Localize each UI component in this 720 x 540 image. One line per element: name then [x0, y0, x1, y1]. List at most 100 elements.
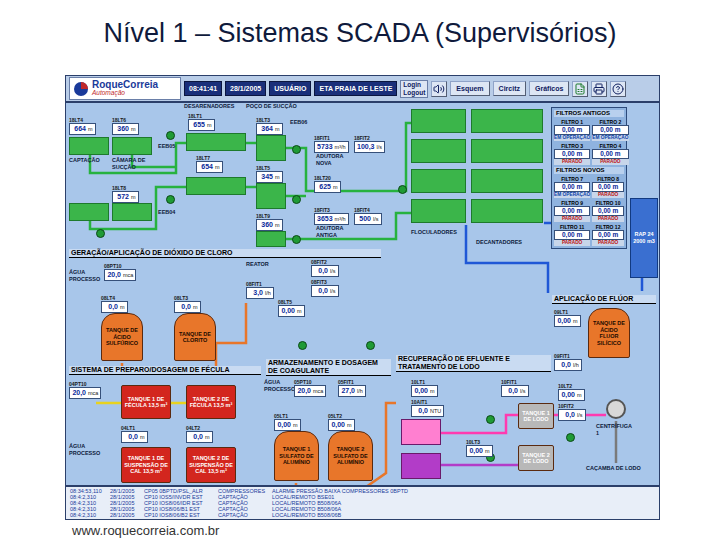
basin — [471, 139, 543, 163]
alarm-date: 28/1/2005 — [110, 488, 142, 494]
alarm-point: CP10 IOS8/06/IDR EST — [144, 500, 216, 506]
printer-icon — [593, 83, 605, 95]
readout: 08FIT30,0l/s — [311, 279, 339, 297]
pump-icon[interactable] — [398, 185, 407, 194]
pump-icon[interactable] — [166, 131, 175, 140]
readout-box: 0,0l/s — [311, 265, 339, 277]
readout-unit: NTU — [430, 407, 441, 416]
pump-icon[interactable] — [298, 341, 307, 350]
readout: 18LT20625m — [314, 175, 341, 193]
alarm-row[interactable]: 08:4:2,31028/1/2005CP10 IOS8/06/B1 ESTCA… — [70, 506, 655, 512]
readout-value: 0,0 — [504, 386, 518, 395]
pump-icon[interactable] — [366, 341, 375, 350]
help-button[interactable] — [610, 81, 626, 97]
tank[interactable]: TANQUE 1 DE FÉCULA 13,5 m³ — [121, 385, 171, 419]
sound-button[interactable] — [431, 81, 447, 97]
filter[interactable]: FILTRO 40,00 mPARADO — [592, 143, 628, 165]
tank[interactable]: TANQUE DE ÁCIDO FLUOR SILÍCICO — [588, 308, 630, 358]
alarm-point: CP10 IOS8/06/B2 EST — [144, 512, 216, 518]
readout: 18LT8572m — [112, 185, 139, 203]
sludge-basin — [401, 453, 441, 479]
pump-icon[interactable] — [292, 235, 301, 244]
readout-box: 360m — [256, 219, 283, 231]
filter[interactable]: FILTRO 70,00 mEM OPERAÇÃO — [554, 176, 590, 198]
readout-value: 655 — [191, 120, 205, 129]
logout-text[interactable]: Logout — [403, 89, 425, 97]
login-text[interactable]: Login — [403, 81, 425, 89]
tank[interactable]: TANQUE 2 DE FÉCULA 13,5 m³ — [186, 385, 236, 419]
readout-value: 100,3 — [357, 142, 375, 151]
toolbar: RoqueCorreiaAutomação08:41:4128/1/2005US… — [66, 76, 659, 103]
alarm-row[interactable]: 08:4:2,31028/1/2005CP10 IOS5/INVDR ESTCA… — [70, 494, 655, 500]
tank[interactable]: TANQUE DE CLORITO — [174, 313, 216, 361]
tank[interactable]: TANQUE 1 DE LODO — [518, 403, 554, 429]
website-url[interactable]: www.roquecorreia.com.br — [72, 523, 720, 538]
pipe — [441, 464, 518, 467]
pump-icon[interactable] — [292, 145, 301, 154]
user-field[interactable]: USUÁRIO — [269, 81, 311, 96]
filter[interactable]: FILTRO 110,00 mPARADO — [554, 224, 590, 246]
readout-unit: l/s — [330, 287, 336, 296]
alarm-date: 28/1/2005 — [110, 500, 142, 506]
reservoir[interactable]: RAP 242000 m3 — [630, 198, 658, 278]
tank[interactable]: TANQUE 2 DE LODO — [518, 445, 554, 471]
filter[interactable]: FILTRO 10,00 mEM OPERAÇÃO — [554, 119, 590, 141]
pump-icon[interactable] — [566, 433, 575, 442]
readout-unit: m — [193, 303, 198, 312]
readout-value: 0,0 — [561, 410, 575, 419]
basin — [112, 137, 152, 155]
excel-button[interactable] — [572, 81, 588, 97]
tank[interactable]: TANQUE 2 SULFATO DE ALUMÍNIO — [328, 431, 373, 481]
print-button[interactable] — [591, 81, 607, 97]
tank[interactable]: TANQUE 1 DE SUSPENSÃO DE CAL 13,5 m³ — [121, 447, 171, 483]
centrifuge-icon[interactable] — [606, 399, 626, 419]
readout-value: 654 — [199, 162, 213, 171]
login-button[interactable]: LoginLogout — [400, 80, 428, 98]
filter-status: EM OPERAÇÃO — [554, 192, 590, 198]
diagram-label: REATOR — [246, 261, 276, 268]
station-field: ETA PRAIA DE LESTE — [314, 81, 397, 96]
toolbar-button[interactable]: Circitz — [493, 81, 526, 96]
tank[interactable]: TANQUE 1 SULFATO DE ALUMÍNIO — [274, 431, 319, 481]
alarm-time: 08:4:2,310 — [70, 512, 108, 518]
readout: 08PT1020,0mca — [104, 263, 136, 281]
pump-icon[interactable] — [292, 195, 301, 204]
diagram-label: DESARENADORES — [184, 103, 242, 110]
readout-unit: m — [215, 163, 220, 172]
pump-icon[interactable] — [96, 229, 105, 238]
filter[interactable]: FILTRO 90,00 mPARADO — [554, 200, 590, 222]
alarm-row[interactable]: 08:4:2,31028/1/2005CP10 IOS8/06/IDR ESTC… — [70, 500, 655, 506]
alarm-point: CP05 0BPTD/PSL_ALR — [144, 488, 216, 494]
reservoir-volume: 2000 m3 — [633, 238, 655, 245]
readout-box: 20,0mca — [104, 269, 136, 281]
basin — [186, 177, 246, 195]
tank[interactable]: TANQUE 2 DE SUSPENSÃO DE CAL 13,5 m³ — [186, 447, 236, 483]
pipe — [286, 123, 411, 191]
readout: 18LT5345m — [256, 165, 283, 183]
readout-unit: l/s — [577, 411, 583, 420]
filter-grid: FILTRO 10,00 mEM OPERAÇÃOFILTRO 20,00 mE… — [554, 119, 624, 165]
tank[interactable]: TANQUE DE ÁCIDO SULFÚRICO — [101, 313, 143, 361]
filter[interactable]: FILTRO 100,00 mPARADO — [592, 200, 624, 222]
pump-icon[interactable] — [166, 195, 175, 204]
filter[interactable]: FILTRO 120,00 mPARADO — [592, 224, 624, 246]
readout-box: 5733m³/h — [314, 141, 349, 153]
filter[interactable]: FILTRO 80,00 mPARADO — [592, 176, 624, 198]
alarm-row[interactable]: 08:4:2,31028/1/2005CP10 IOS8/06/B2 ESTCA… — [70, 512, 655, 518]
readout-value: 500 — [357, 214, 371, 223]
toolbar-button[interactable]: Gráficos — [529, 81, 569, 96]
alarm-message: LOCAL/REMOTO B508/06B — [272, 512, 655, 518]
filter[interactable]: FILTRO 30,00 mPARADO — [554, 143, 590, 165]
pump-icon[interactable] — [486, 415, 495, 424]
readout-box: 0,00m — [278, 305, 305, 317]
readout-box: 20,0mca — [294, 385, 326, 397]
alarm-row[interactable]: 08:34:53,11028/1/2005CP05 0BPTD/PSL_ALRC… — [70, 488, 655, 494]
alarm-list: 08:34:53,11028/1/2005CP05 0BPTD/PSL_ALRC… — [66, 485, 659, 519]
toolbar-button[interactable]: Esquem — [450, 81, 489, 96]
section-header: ARMAZENAMENTO E DOSAGEM DE COAGULANTE — [266, 359, 391, 376]
pipe — [246, 186, 256, 189]
readout-unit: l/s — [520, 387, 526, 396]
readout-box: 0,00m — [558, 389, 585, 401]
filter[interactable]: FILTRO 20,00 mEM OPERAÇÃO — [592, 119, 628, 141]
section-header: APLICAÇÃO DE FLÚOR — [552, 295, 656, 304]
